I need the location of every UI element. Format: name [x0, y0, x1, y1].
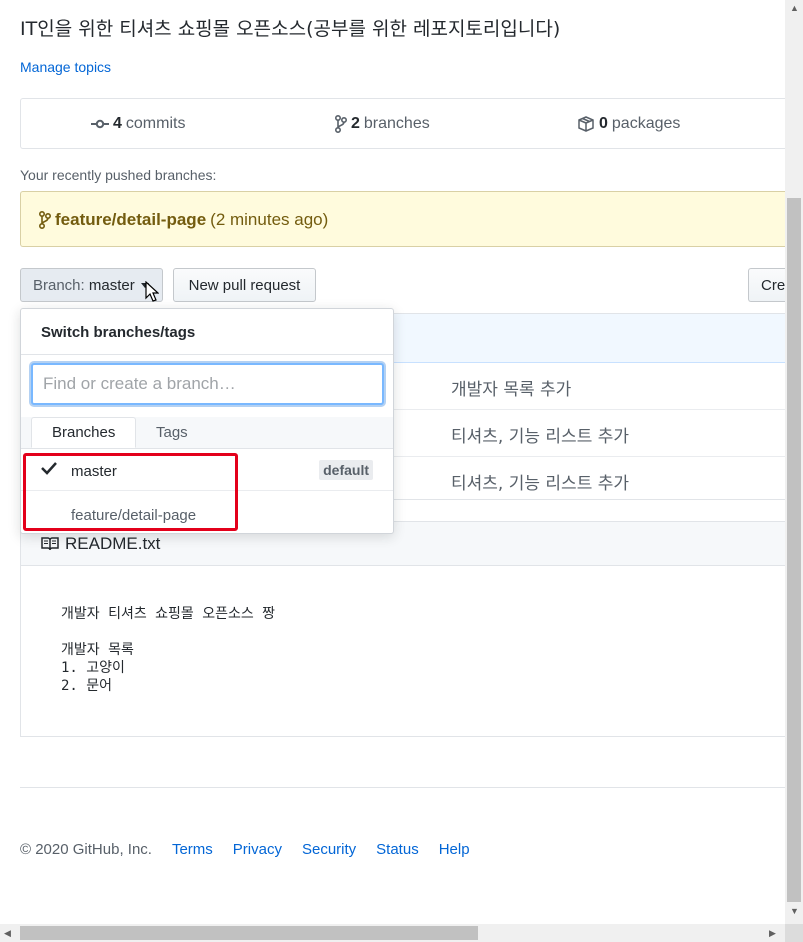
scroll-down-arrow-icon[interactable]: ▼ [790, 906, 799, 916]
file-commit-message[interactable]: 개발자 목록 추가 [451, 375, 571, 400]
tab-branches[interactable]: Branches [31, 417, 137, 448]
package-icon [578, 116, 594, 132]
default-badge: default [319, 460, 373, 480]
footer-divider [20, 787, 800, 788]
new-pull-request-button[interactable]: New pull request [173, 268, 316, 302]
mouse-cursor-icon [145, 281, 159, 302]
numbers-summary: 4 commits 2 branches 0 packages [20, 98, 800, 149]
horizontal-scrollbar[interactable]: ◀ ▶ [0, 924, 785, 942]
footer-link-terms[interactable]: Terms [172, 841, 213, 858]
recent-branch-banner: feature/detail-page (2 minutes ago) [20, 191, 800, 247]
branch-icon [335, 115, 347, 133]
commit-icon [91, 119, 109, 129]
file-commit-message[interactable]: 티셔츠, 기능 리스트 추가 [451, 422, 629, 447]
footer-copyright: © 2020 GitHub, Inc. [20, 841, 152, 858]
branch-filter-input[interactable] [31, 363, 384, 405]
branches-label: branches [363, 115, 430, 132]
scroll-left-arrow-icon[interactable]: ◀ [4, 928, 11, 939]
branch-icon [39, 211, 51, 229]
branch-button-name: master [88, 276, 135, 294]
scroll-up-arrow-icon[interactable]: ▲ [790, 3, 799, 13]
scroll-right-arrow-icon[interactable]: ▶ [769, 928, 776, 939]
commits-link[interactable]: 4 commits [91, 115, 185, 133]
vertical-scrollbar-thumb[interactable] [787, 198, 801, 902]
book-icon [41, 537, 59, 551]
readme-title[interactable]: README.txt [65, 534, 160, 554]
annotation-highlight-box [23, 453, 238, 531]
repo-description: IT인을 위한 티셔츠 쇼핑몰 오픈소스(공부를 위한 레포지토리입니다) [20, 18, 561, 40]
dropdown-tabs: Branches Tags [21, 417, 393, 449]
footer-link-security[interactable]: Security [302, 841, 356, 858]
packages-count: 0 [599, 115, 608, 132]
tab-tags[interactable]: Tags [136, 417, 208, 448]
readme-content: 개발자 티셔츠 쇼핑몰 오픈소스 짱 개발자 목록 1. 고양이 2. 문어 [61, 606, 276, 694]
commits-count: 4 [113, 115, 122, 132]
footer-link-privacy[interactable]: Privacy [233, 841, 282, 858]
file-commit-message[interactable]: 티셔츠, 기능 리스트 추가 [451, 469, 629, 494]
recent-branch-name[interactable]: feature/detail-page [55, 210, 206, 230]
horizontal-scrollbar-thumb[interactable] [20, 926, 478, 940]
footer-link-status[interactable]: Status [376, 841, 419, 858]
recent-branch-time: (2 minutes ago) [210, 210, 329, 229]
commits-label: commits [125, 115, 186, 132]
scrollbar-corner [785, 924, 803, 942]
readme-panel: README.txt 개발자 티셔츠 쇼핑몰 오픈소스 짱 개발자 목록 1. … [20, 521, 800, 737]
packages-label: packages [611, 115, 681, 132]
footer-link-help[interactable]: Help [439, 841, 470, 858]
vertical-scrollbar[interactable]: ▲ ▼ [785, 0, 803, 924]
manage-topics-link[interactable]: Manage topics [20, 59, 111, 75]
footer: © 2020 GitHub, Inc. Terms Privacy Securi… [20, 841, 470, 858]
branch-select-button[interactable]: Branch: master [20, 268, 163, 302]
recent-branches-label: Your recently pushed branches: [20, 167, 217, 183]
packages-link[interactable]: 0 packages [577, 115, 680, 133]
branches-link[interactable]: 2 branches [335, 115, 430, 133]
dropdown-divider [21, 354, 393, 355]
branch-button-prefix: Branch: [33, 276, 85, 294]
branches-count: 2 [351, 115, 360, 132]
dropdown-title: Switch branches/tags [41, 324, 196, 341]
